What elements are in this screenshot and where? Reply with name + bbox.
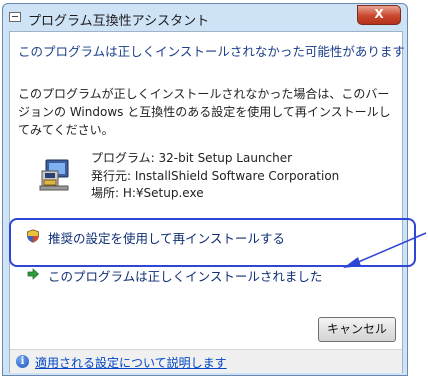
- program-location: 場所: H:¥Setup.exe: [91, 186, 204, 200]
- description-text: このプログラムが正しくインストールされなかった場合は、このバージョンの Wind…: [18, 87, 391, 137]
- close-button[interactable]: X: [357, 5, 401, 25]
- dialog-footer: i 適用される設定について説明します: [10, 349, 402, 373]
- program-name: プログラム: 32-bit Setup Launcher: [91, 151, 293, 165]
- installed-correctly-label: このプログラムは正しくインストールされました: [48, 269, 323, 284]
- title-bar: プログラム互換性アシスタント X: [3, 4, 407, 30]
- window-system-icon[interactable]: [9, 12, 21, 22]
- green-arrow-icon: [27, 268, 40, 280]
- shield-icon: [27, 229, 39, 243]
- program-details: プログラム: 32-bit Setup Launcher 発行元: Instal…: [91, 150, 339, 203]
- dialog-content: このプログラムは正しくインストールされなかった可能性があります このプログラムが…: [9, 31, 405, 373]
- main-instruction: このプログラムは正しくインストールされなかった可能性があります: [18, 44, 405, 59]
- compatibility-assistant-window: プログラム互換性アシスタント X このプログラムは正しくインストールされなかった…: [2, 3, 408, 376]
- cancel-button[interactable]: キャンセル: [318, 317, 396, 342]
- window-title: プログラム互換性アシスタント: [28, 14, 210, 29]
- settings-explanation-link[interactable]: 適用される設定について説明します: [35, 354, 227, 371]
- info-icon: i: [16, 355, 29, 368]
- program-publisher: 発行元: InstallShield Software Corporation: [91, 168, 340, 183]
- reinstall-recommended-command[interactable]: 推奨の設定を使用して再インストールする: [18, 220, 396, 251]
- installed-correctly-command[interactable]: このプログラムは正しくインストールされました: [18, 258, 396, 289]
- reinstall-recommended-label: 推奨の設定を使用して再インストールする: [48, 231, 285, 246]
- setup-program-icon: [39, 159, 69, 191]
